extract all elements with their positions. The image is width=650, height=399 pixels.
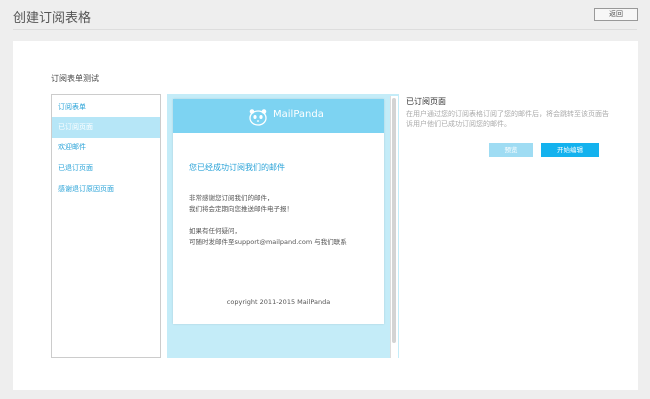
email-copyright: copyright 2011-2015 MailPanda	[226, 298, 331, 306]
sidebar-item-subscribed-page[interactable]: 已订阅页面	[52, 117, 160, 138]
email-body-line: 可随时发邮件至support@mailpand.com 与我们联系	[189, 238, 347, 246]
sidebar-item-unsubscribed-page[interactable]: 已退订页面	[52, 158, 160, 179]
email-body-line: 我们将会定期向您推送邮件电子报！	[189, 205, 293, 213]
email-heading: 您已经成功订阅我们的邮件	[189, 163, 285, 172]
sidebar-item-subscribe-form[interactable]: 订阅表单	[52, 97, 160, 118]
preview-button[interactable]: 预览	[489, 143, 533, 157]
sidebar-item-welcome-email[interactable]: 欢迎邮件	[52, 137, 160, 158]
sidebar: 订阅表单 已订阅页面 欢迎邮件 已退订页面 感谢退订原因页面	[51, 94, 161, 358]
back-button[interactable]: 返回	[594, 8, 638, 21]
brand-name: MailPanda	[273, 109, 324, 120]
email-header: MailPanda	[173, 99, 384, 133]
email-body-line: 非常感谢您订阅我们的邮件，	[189, 194, 274, 202]
email-body-line: 如果有任何疑问，	[189, 227, 241, 235]
email-preview: MailPanda 您已经成功订阅我们的邮件 非常感谢您订阅我们的邮件， 我们将…	[173, 99, 384, 324]
preview-scrollbar-thumb[interactable]	[392, 98, 396, 343]
start-edit-button[interactable]: 开始编辑	[541, 143, 599, 157]
info-title: 已订阅页面	[406, 97, 446, 106]
info-description: 在用户通过您的订阅表格订阅了您的邮件后，将会跳转至该页面告诉用户他们已成功订阅您…	[406, 110, 609, 128]
form-name: 订阅表单测试	[51, 74, 99, 83]
panda-logo-icon	[249, 109, 267, 126]
page-title: 创建订阅表格	[13, 11, 92, 26]
header-divider	[13, 29, 637, 30]
sidebar-item-unsubscribe-reason-page[interactable]: 感谢退订原因页面	[52, 179, 160, 200]
